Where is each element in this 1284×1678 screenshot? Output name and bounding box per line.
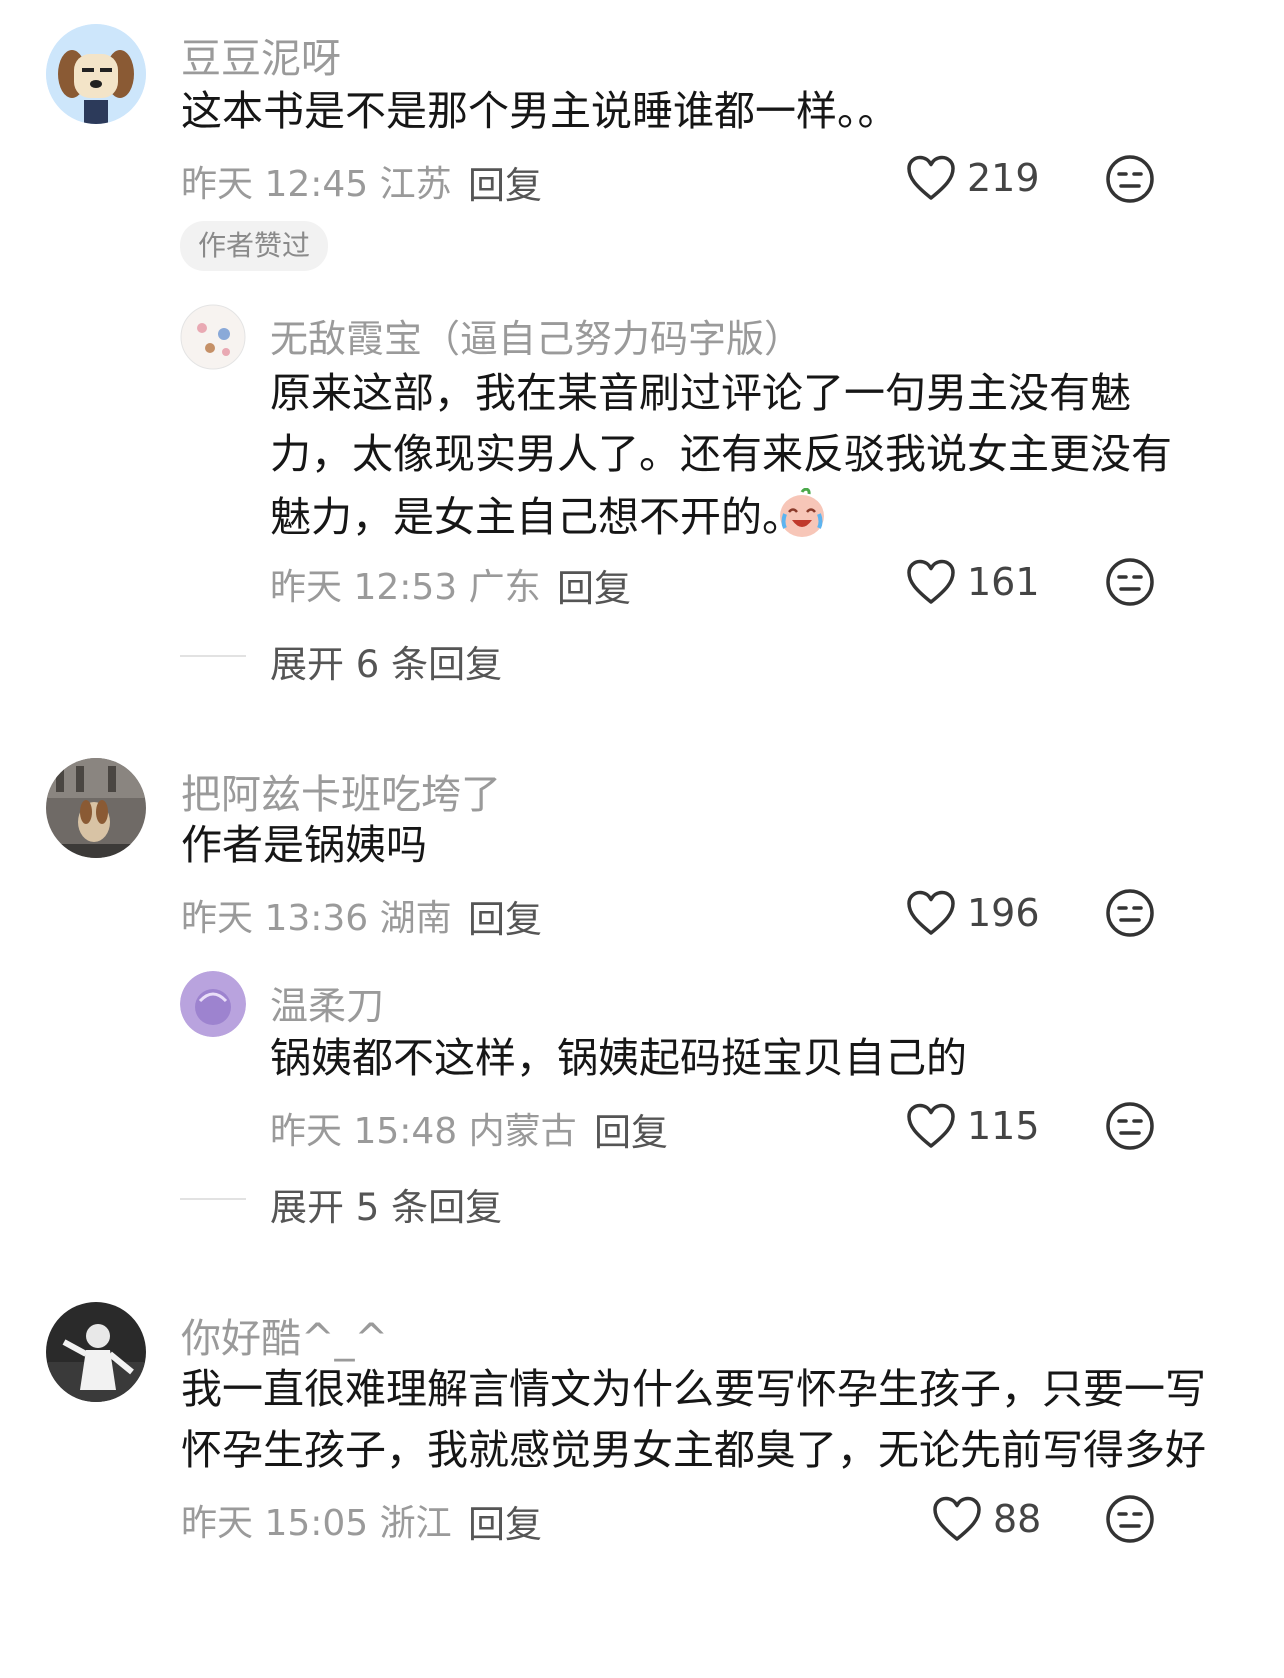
avatar-flowers[interactable] — [180, 304, 246, 370]
reply-button[interactable]: 回复 — [468, 889, 542, 943]
heart-icon[interactable] — [906, 890, 956, 936]
reply-button[interactable]: 回复 — [468, 1494, 542, 1548]
reply-text-line-3-text: 魅力，是女主自己想不开的。 — [270, 493, 803, 541]
neutral-face-icon[interactable] — [1105, 1101, 1155, 1151]
comment-text: 这本书是不是那个男主说睡谁都一样。。 — [181, 87, 899, 135]
like-count: 219 — [967, 156, 1040, 200]
comment-location: 江苏 — [379, 164, 452, 205]
comment-time: 昨天 12:45 江苏 — [181, 155, 452, 207]
comment-timestamp: 昨天 13:36 — [181, 898, 369, 939]
comment-text-line-2: 怀孕生孩子，我就感觉男女主都臭了，无论先前写得多好 — [181, 1426, 1206, 1474]
avatar-purple[interactable] — [180, 971, 246, 1037]
reply-text-line-3: 魅力，是女主自己想不开的。 — [270, 484, 803, 550]
comment-timestamp: 昨天 12:45 — [181, 164, 369, 205]
neutral-face-icon[interactable] — [1105, 888, 1155, 938]
reply-text: 锅姨都不这样，锅姨起码挺宝贝自己的 — [270, 1034, 967, 1082]
reply-button[interactable]: 回复 — [468, 155, 542, 209]
neutral-face-icon[interactable] — [1105, 557, 1155, 607]
like-count: 115 — [967, 1104, 1040, 1148]
heart-icon[interactable] — [906, 559, 956, 605]
neutral-face-icon[interactable] — [1105, 154, 1155, 204]
reply-button[interactable]: 回复 — [594, 1102, 668, 1156]
comment-username[interactable]: 豆豆泥呀 — [181, 26, 341, 84]
heart-icon[interactable] — [906, 1103, 956, 1149]
reply-location: 广东 — [468, 567, 541, 608]
avatar-dog-photo[interactable] — [46, 758, 146, 858]
avatar-performer-photo[interactable] — [46, 1302, 146, 1402]
comment-text-line-1: 我一直很难理解言情文为什么要写怀孕生孩子，只要一写 — [181, 1365, 1206, 1413]
author-liked-badge: 作者赞过 — [180, 221, 329, 271]
comment-text: 作者是锅姨吗 — [181, 821, 427, 869]
expand-replies-button[interactable]: 展开 5 条回复 — [270, 1177, 502, 1231]
avatar-cartoon-dog[interactable] — [46, 24, 146, 124]
comment-time: 昨天 13:36 湖南 — [181, 889, 452, 941]
heart-icon[interactable] — [932, 1496, 982, 1542]
reply-timestamp: 昨天 15:48 — [270, 1111, 458, 1152]
expand-divider — [180, 1198, 246, 1200]
like-count: 161 — [967, 560, 1040, 604]
comment-timestamp: 昨天 15:05 — [181, 1503, 369, 1544]
comment-location: 浙江 — [379, 1503, 452, 1544]
comment-location: 湖南 — [379, 898, 452, 939]
expand-divider — [180, 655, 246, 657]
expand-replies-button[interactable]: 展开 6 条回复 — [270, 634, 502, 688]
reply-timestamp: 昨天 12:53 — [270, 567, 458, 608]
reply-time: 昨天 12:53 广东 — [270, 558, 541, 610]
like-count: 88 — [993, 1497, 1042, 1541]
reply-location: 内蒙古 — [468, 1111, 577, 1152]
reply-username[interactable]: 温柔刀 — [270, 975, 384, 1030]
laugh-cry-emoji-icon — [776, 487, 828, 544]
comment-time: 昨天 15:05 浙江 — [181, 1494, 452, 1546]
reply-time: 昨天 15:48 内蒙古 — [270, 1102, 577, 1154]
heart-icon[interactable] — [906, 155, 956, 201]
reply-text-line-1: 原来这部，我在某音刷过评论了一句男主没有魅 — [270, 369, 1131, 417]
neutral-face-icon[interactable] — [1105, 1494, 1155, 1544]
reply-text-line-2: 力，太像现实男人了。还有来反驳我说女主更没有 — [270, 430, 1172, 478]
reply-username[interactable]: 无敌霞宝（逼自己努力码字版） — [270, 308, 802, 363]
reply-button[interactable]: 回复 — [557, 558, 631, 612]
like-count: 196 — [967, 891, 1040, 935]
